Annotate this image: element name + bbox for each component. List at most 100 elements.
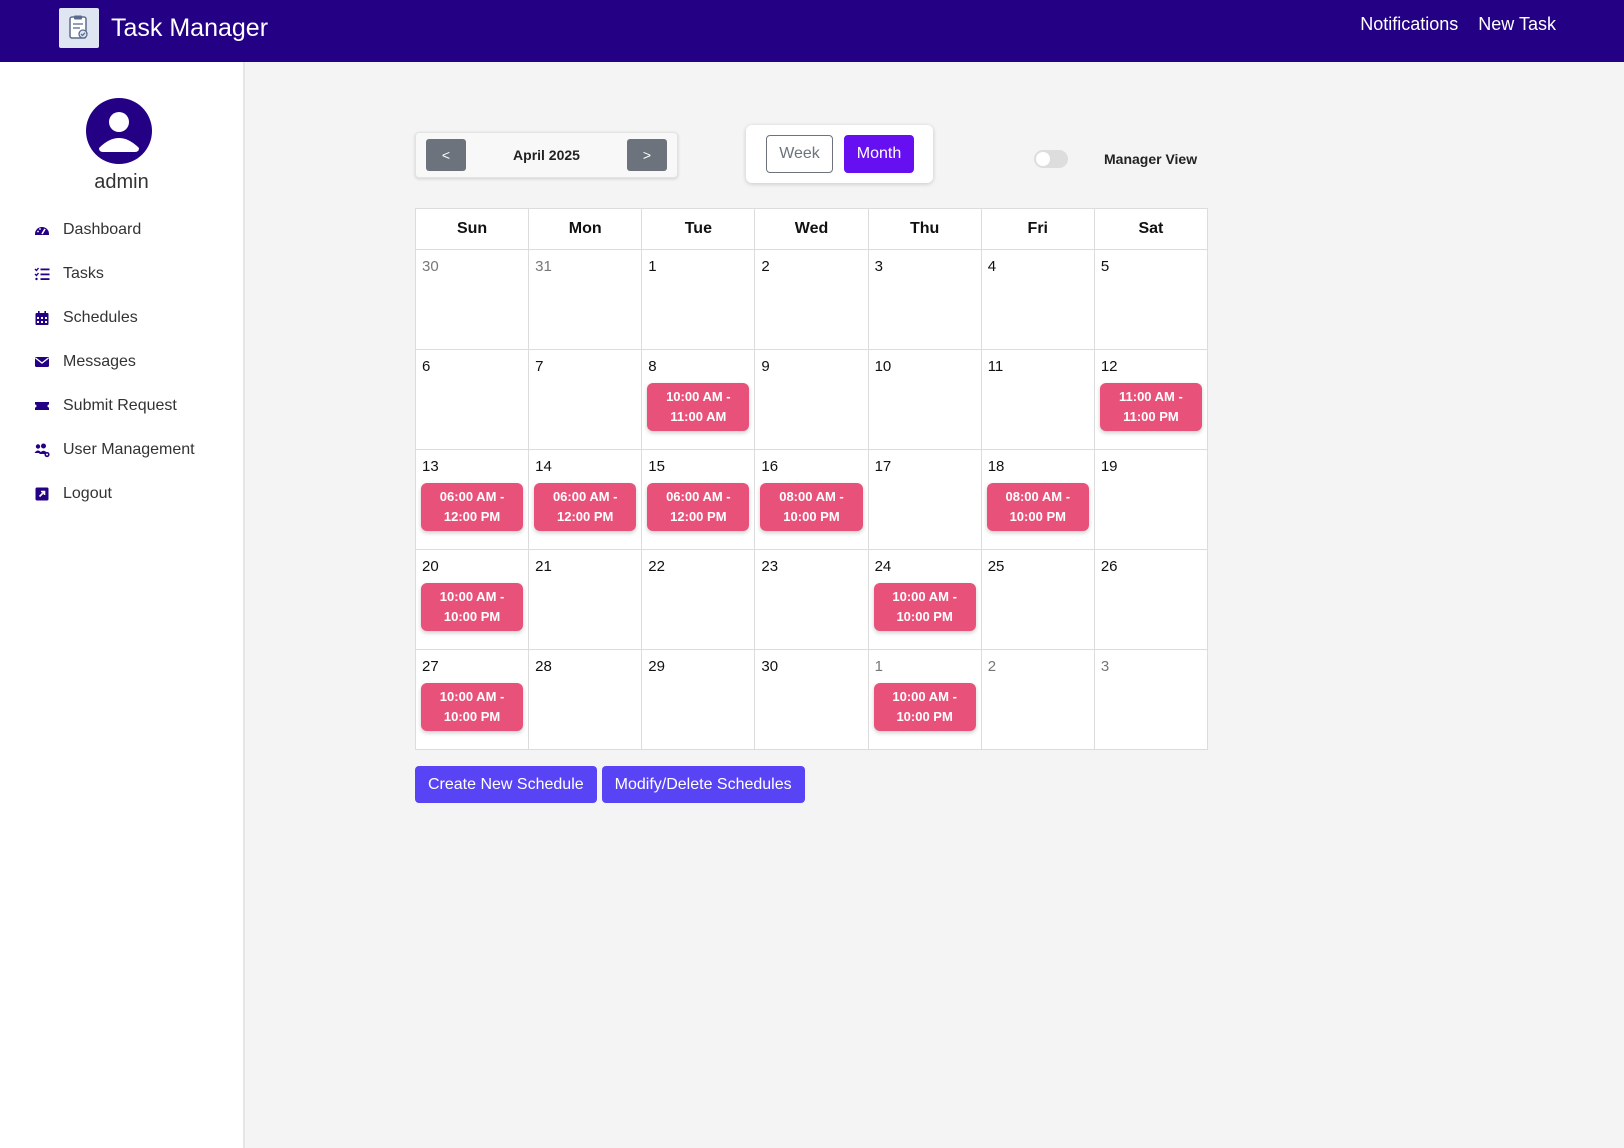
calendar-day-cell[interactable]: 26 bbox=[1093, 549, 1209, 650]
calendar-day-cell[interactable]: 3 bbox=[1093, 649, 1209, 750]
modify-schedules-button[interactable]: Modify/Delete Schedules bbox=[601, 766, 805, 803]
calendar-day-cell[interactable]: 2 bbox=[754, 249, 869, 350]
calendar-day-cell[interactable]: 12 11:00 AM - 11:00 PM bbox=[1093, 349, 1209, 450]
day-number: 3 bbox=[1100, 658, 1110, 675]
sidebar-item-label: Dashboard bbox=[63, 221, 142, 238]
manager-view-label: Manager View bbox=[1104, 151, 1198, 167]
sidebar-item-tasks[interactable]: Tasks bbox=[34, 262, 195, 286]
calendar-day-cell[interactable]: 14 06:00 AM - 12:00 PM bbox=[528, 449, 643, 550]
calendar-day-cell[interactable]: 7 bbox=[528, 349, 643, 450]
week-view-button[interactable]: Week bbox=[766, 135, 833, 173]
schedule-event[interactable]: 10:00 AM - 10:00 PM bbox=[421, 683, 524, 731]
next-month-button[interactable]: > bbox=[627, 139, 667, 171]
schedule-event[interactable]: 08:00 AM - 10:00 PM bbox=[760, 483, 863, 531]
calendar-day-cell[interactable]: 21 bbox=[528, 549, 643, 650]
calendar-day-cell[interactable]: 28 bbox=[528, 649, 643, 750]
day-number: 1 bbox=[874, 658, 883, 675]
sidebar-item-logout[interactable]: Logout bbox=[34, 482, 195, 506]
schedule-event[interactable]: 10:00 AM - 10:00 PM bbox=[873, 583, 976, 631]
new-task-link[interactable]: New Task bbox=[1478, 14, 1556, 35]
sidebar-item-submit-request[interactable]: Submit Request bbox=[34, 394, 195, 418]
schedule-event[interactable]: 10:00 AM - 11:00 AM bbox=[647, 383, 750, 431]
top-navbar: Task Manager Notifications New Task bbox=[0, 0, 1624, 62]
schedule-event[interactable]: 06:00 AM - 12:00 PM bbox=[534, 483, 637, 531]
calendar-day-cell[interactable]: 10 bbox=[867, 349, 982, 450]
month-view-button[interactable]: Month bbox=[844, 135, 914, 173]
calendar-day-cell[interactable]: 1 bbox=[641, 249, 756, 350]
schedule-event[interactable]: 06:00 AM - 12:00 PM bbox=[647, 483, 750, 531]
event-time-line: 06:00 AM - bbox=[439, 489, 505, 504]
day-number: 31 bbox=[535, 258, 552, 275]
calendar-day-cell[interactable]: 19 bbox=[1093, 449, 1209, 550]
weekday-header-sun: Sun bbox=[414, 208, 530, 250]
tasks-icon bbox=[34, 267, 50, 281]
sidebar-item-user-management[interactable]: User Management bbox=[34, 438, 195, 462]
ticket-icon bbox=[35, 402, 49, 410]
calendar-day-cell[interactable]: 29 bbox=[641, 649, 756, 750]
calendar-day-cell[interactable]: 1 10:00 AM - 10:00 PM bbox=[867, 649, 982, 750]
calendar-day-cell[interactable]: 9 bbox=[754, 349, 869, 450]
event-time-line: 12:00 PM bbox=[670, 509, 727, 524]
event-time-line: 12:00 PM bbox=[557, 509, 614, 524]
calendar-day-cell[interactable]: 30 bbox=[414, 249, 530, 350]
sidebar-item-dashboard[interactable]: Dashboard bbox=[34, 218, 195, 242]
day-number: 19 bbox=[1100, 458, 1118, 475]
schedule-event[interactable]: 11:00 AM - 11:00 PM bbox=[1099, 383, 1202, 431]
calendar-day-cell[interactable]: 2 bbox=[980, 649, 1095, 750]
event-time-line: 08:00 AM - bbox=[1005, 489, 1071, 504]
schedule-event[interactable]: 06:00 AM - 12:00 PM bbox=[421, 483, 524, 531]
manager-view-toggle[interactable] bbox=[1034, 150, 1068, 168]
users-gear-icon bbox=[34, 443, 50, 458]
brand[interactable]: Task Manager bbox=[59, 8, 268, 48]
sidebar-item-schedules[interactable]: Schedules bbox=[34, 306, 195, 330]
calendar-day-cell[interactable]: 13 06:00 AM - 12:00 PM bbox=[414, 449, 530, 550]
view-toggle: Week Month bbox=[746, 125, 933, 183]
current-month-label: April 2025 bbox=[513, 147, 580, 163]
calendar-day-cell[interactable]: 22 bbox=[641, 549, 756, 650]
weekday-header-sat: Sat bbox=[1093, 208, 1209, 250]
logout-icon bbox=[35, 487, 49, 501]
calendar-day-cell[interactable]: 6 bbox=[414, 349, 530, 450]
calendar-week-row: 30 31 1 2 3 4 5 bbox=[414, 249, 1209, 350]
event-time-line: 12:00 PM bbox=[443, 509, 501, 524]
event-time-line: 10:00 AM - bbox=[439, 689, 505, 704]
calendar-day-cell[interactable]: 27 10:00 AM - 10:00 PM bbox=[414, 649, 530, 750]
day-number: 13 bbox=[422, 458, 439, 475]
calendar-day-cell[interactable]: 18 08:00 AM - 10:00 PM bbox=[980, 449, 1095, 550]
day-number: 1 bbox=[648, 258, 657, 275]
calendar-day-cell[interactable]: 24 10:00 AM - 10:00 PM bbox=[867, 549, 982, 650]
event-time-line: 11:00 AM - bbox=[1119, 389, 1183, 404]
day-number: 22 bbox=[648, 558, 665, 575]
event-time-line: 10:00 AM - bbox=[439, 589, 505, 604]
day-number: 21 bbox=[535, 558, 552, 575]
event-time-line: 11:00 AM bbox=[670, 409, 727, 424]
day-number: 11 bbox=[987, 358, 1004, 375]
day-number: 28 bbox=[535, 658, 552, 675]
schedule-event[interactable]: 10:00 AM - 10:00 PM bbox=[421, 583, 524, 631]
day-number: 17 bbox=[874, 458, 892, 475]
day-number: 29 bbox=[648, 658, 665, 675]
calendar-day-cell[interactable]: 16 08:00 AM - 10:00 PM bbox=[754, 449, 869, 550]
calendar-day-cell[interactable]: 20 10:00 AM - 10:00 PM bbox=[414, 549, 530, 650]
calendar-day-cell[interactable]: 11 bbox=[980, 349, 1095, 450]
schedule-event[interactable]: 08:00 AM - 10:00 PM bbox=[986, 483, 1089, 531]
calendar-day-cell[interactable]: 17 bbox=[867, 449, 982, 550]
sidebar-item-label: Submit Request bbox=[63, 397, 177, 414]
calendar-day-cell[interactable]: 25 bbox=[980, 549, 1095, 650]
calendar-day-cell[interactable]: 30 bbox=[754, 649, 869, 750]
schedule-event[interactable]: 10:00 AM - 10:00 PM bbox=[873, 683, 976, 731]
calendar-day-cell[interactable]: 5 bbox=[1093, 249, 1209, 350]
sidebar-item-messages[interactable]: Messages bbox=[34, 350, 195, 374]
prev-month-button[interactable]: < bbox=[426, 139, 466, 171]
calendar-week-row: 13 06:00 AM -12:00 PM 14 06:00 AM -12:00 PM… bbox=[414, 449, 1209, 550]
calendar-day-cell[interactable]: 23 bbox=[754, 549, 869, 650]
weekday-header-thu: Thu bbox=[867, 208, 982, 250]
sidebar-item-label: User Management bbox=[63, 441, 195, 458]
calendar-day-cell[interactable]: 15 06:00 AM - 12:00 PM bbox=[641, 449, 756, 550]
calendar-day-cell[interactable]: 3 bbox=[867, 249, 982, 350]
calendar-day-cell[interactable]: 8 10:00 AM - 11:00 AM bbox=[641, 349, 756, 450]
calendar-day-cell[interactable]: 4 bbox=[980, 249, 1095, 350]
calendar-day-cell[interactable]: 31 bbox=[528, 249, 643, 350]
create-schedule-button[interactable]: Create New Schedule bbox=[415, 766, 597, 803]
notifications-link[interactable]: Notifications bbox=[1360, 14, 1458, 35]
